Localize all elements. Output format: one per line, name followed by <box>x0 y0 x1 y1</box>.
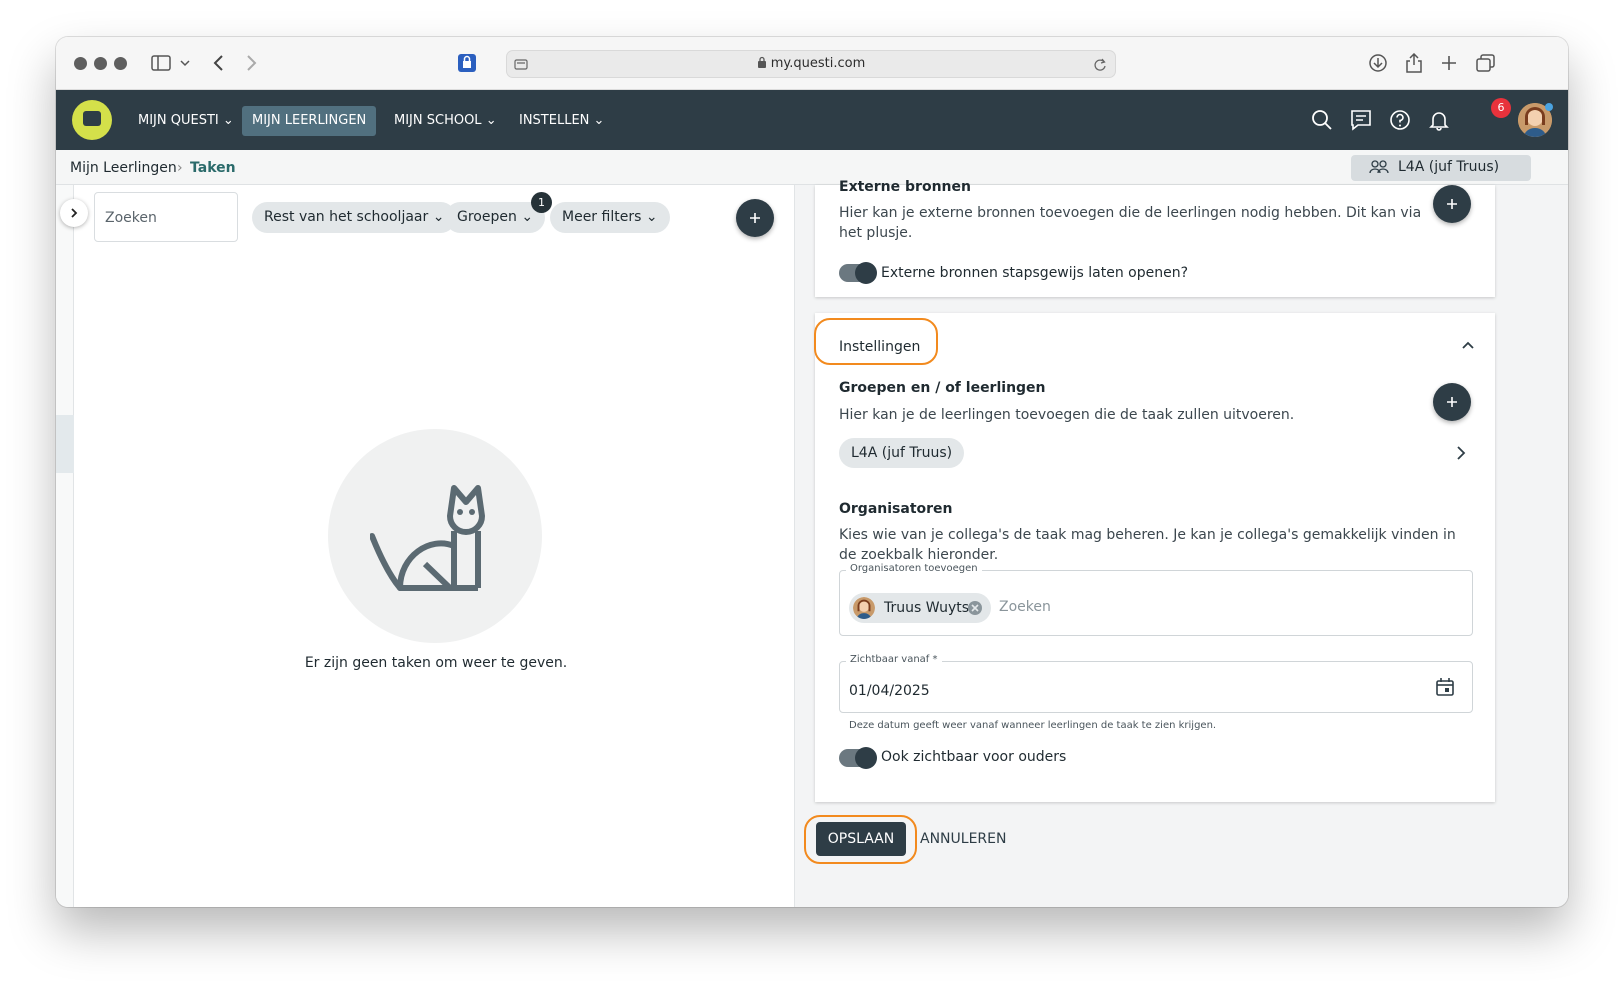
chevron-down-icon: ⌄ <box>485 113 497 128</box>
nav-mijn-questi[interactable]: MIJN QUESTI ⌄ <box>128 106 244 136</box>
visible-from-value: 01/04/2025 <box>849 683 930 699</box>
search-placeholder: Zoeken <box>105 210 157 226</box>
password-manager-icon[interactable] <box>455 51 479 75</box>
visible-from-hint: Deze datum geeft weer vanaf wanneer leer… <box>849 720 1217 731</box>
minimize-window-button[interactable] <box>94 57 107 70</box>
nav-label: MIJN QUESTI <box>138 113 219 128</box>
filter-label: Groepen <box>457 209 517 225</box>
browser-toolbar: my.questi.com <box>56 37 1568 90</box>
period-filter[interactable]: Rest van het schooljaar ⌄ <box>252 202 457 233</box>
external-sources-title: Externe bronnen <box>839 179 971 195</box>
stepwise-toggle-label: Externe bronnen stapsgewijs laten openen… <box>881 265 1189 281</box>
add-group-button[interactable] <box>1433 383 1471 421</box>
rail-selection <box>56 415 74 473</box>
status-dot <box>1545 103 1553 111</box>
external-sources-description: Hier kan je externe bronnen toevoegen di… <box>839 205 1422 241</box>
share-icon[interactable] <box>1402 51 1426 75</box>
bell-icon[interactable] <box>1425 106 1453 134</box>
url-text: my.questi.com <box>770 56 866 71</box>
organizers-title: Organisatoren <box>839 501 953 517</box>
group-selector[interactable]: L4A (juf Truus) <box>1351 155 1531 181</box>
nav-label: INSTELLEN <box>519 113 590 128</box>
new-tab-icon[interactable] <box>1437 51 1461 75</box>
organizer-avatar <box>853 597 875 619</box>
groups-title: Groepen en / of leerlingen <box>839 380 1046 396</box>
search-icon[interactable] <box>1308 106 1336 134</box>
organizers-field[interactable]: Organisatoren toevoegen Truus Wuyts Zoek… <box>839 563 1473 636</box>
nav-label: MIJN SCHOOL <box>394 113 482 128</box>
organizer-name: Truus Wuyts <box>884 600 970 616</box>
group-selector-label: L4A (juf Truus) <box>1398 159 1500 175</box>
back-icon[interactable] <box>206 51 230 75</box>
group-icon <box>1369 160 1389 178</box>
groups-filter-count: 1 <box>531 192 552 213</box>
lock-icon <box>757 56 767 72</box>
add-task-button[interactable] <box>736 199 774 237</box>
chevron-down-icon[interactable] <box>173 51 197 75</box>
main-navigation: MIJN QUESTI ⌄ MIJN LEERLINGEN MIJN SCHOO… <box>56 90 1568 150</box>
settings-title[interactable]: Instellingen <box>839 337 920 357</box>
sidebar-toggle-icon[interactable] <box>149 51 173 75</box>
breadcrumb-parent[interactable]: Mijn Leerlingen <box>70 160 177 176</box>
chevron-down-icon: ⌄ <box>222 113 234 128</box>
cat-icon <box>370 485 485 591</box>
more-filters[interactable]: Meer filters ⌄ <box>550 202 670 233</box>
chevron-down-icon: ⌄ <box>593 113 605 128</box>
help-icon[interactable] <box>1386 106 1414 134</box>
organizer-search-placeholder[interactable]: Zoeken <box>999 599 1051 615</box>
download-icon[interactable] <box>1366 51 1390 75</box>
filter-label: Meer filters <box>562 209 642 225</box>
chevron-up-icon[interactable] <box>1461 335 1475 354</box>
left-rail <box>56 185 74 907</box>
organizers-field-label: Organisatoren toevoegen <box>846 563 982 574</box>
chevron-down-icon: ⌄ <box>521 209 534 225</box>
empty-state-message: Er zijn geen taken om weer te geven. <box>304 655 568 671</box>
reload-icon[interactable] <box>1093 57 1107 76</box>
nav-mijn-leerlingen[interactable]: MIJN LEERLINGEN <box>242 106 377 136</box>
notification-badge: 6 <box>1491 98 1511 118</box>
group-chip[interactable]: L4A (juf Truus) <box>839 438 965 468</box>
parents-visible-toggle[interactable] <box>839 747 877 769</box>
forward-icon[interactable] <box>240 51 264 75</box>
expand-panel-button[interactable] <box>60 199 88 227</box>
save-button[interactable]: OPSLAAN <box>816 822 906 856</box>
groups-filter[interactable]: Groepen ⌄ <box>445 202 546 233</box>
nav-mijn-school[interactable]: MIJN SCHOOL ⌄ <box>384 106 507 136</box>
questi-logo[interactable] <box>72 100 112 140</box>
chevron-right-icon[interactable] <box>1456 445 1466 465</box>
breadcrumb-current: Taken <box>190 160 236 176</box>
nav-label: MIJN LEERLINGEN <box>252 113 367 128</box>
zoom-window-button[interactable] <box>114 57 127 70</box>
close-window-button[interactable] <box>74 57 87 70</box>
filter-label: Rest van het schooljaar <box>264 209 429 225</box>
add-external-source-button[interactable] <box>1433 185 1471 223</box>
parents-visible-label: Ook zichtbaar voor ouders <box>881 749 1067 765</box>
breadcrumb: Mijn Leerlingen › Taken L4A (juf Truus) <box>56 150 1568 185</box>
visible-from-label: Zichtbaar vanaf * <box>846 654 942 665</box>
browser-window: my.questi.com MIJN QUESTI ⌄ MIJN LEERLIN… <box>56 37 1568 907</box>
organizers-description: Kies wie van je collega's de taak mag be… <box>839 527 1456 563</box>
visible-from-field[interactable]: Zichtbaar vanaf * 01/04/2025 <box>839 654 1473 713</box>
stepwise-toggle[interactable] <box>839 262 877 284</box>
empty-state-illustration <box>328 429 542 643</box>
organizer-chip[interactable]: Truus Wuyts <box>849 593 991 623</box>
remove-organizer-icon[interactable] <box>967 600 983 620</box>
chevron-right-icon: › <box>177 160 183 176</box>
address-bar[interactable]: my.questi.com <box>506 50 1116 78</box>
tab-overview-icon[interactable] <box>1474 51 1498 75</box>
messages-icon[interactable] <box>1347 106 1375 134</box>
chevron-down-icon: ⌄ <box>645 209 658 225</box>
task-search-input[interactable]: Zoeken <box>94 192 238 242</box>
cancel-button[interactable]: ANNULEREN <box>920 831 1006 847</box>
chevron-down-icon: ⌄ <box>432 209 445 225</box>
calendar-icon[interactable] <box>1435 677 1455 701</box>
groups-description: Hier kan je de leerlingen toevoegen die … <box>839 407 1295 423</box>
nav-instellen[interactable]: INSTELLEN ⌄ <box>509 106 614 136</box>
